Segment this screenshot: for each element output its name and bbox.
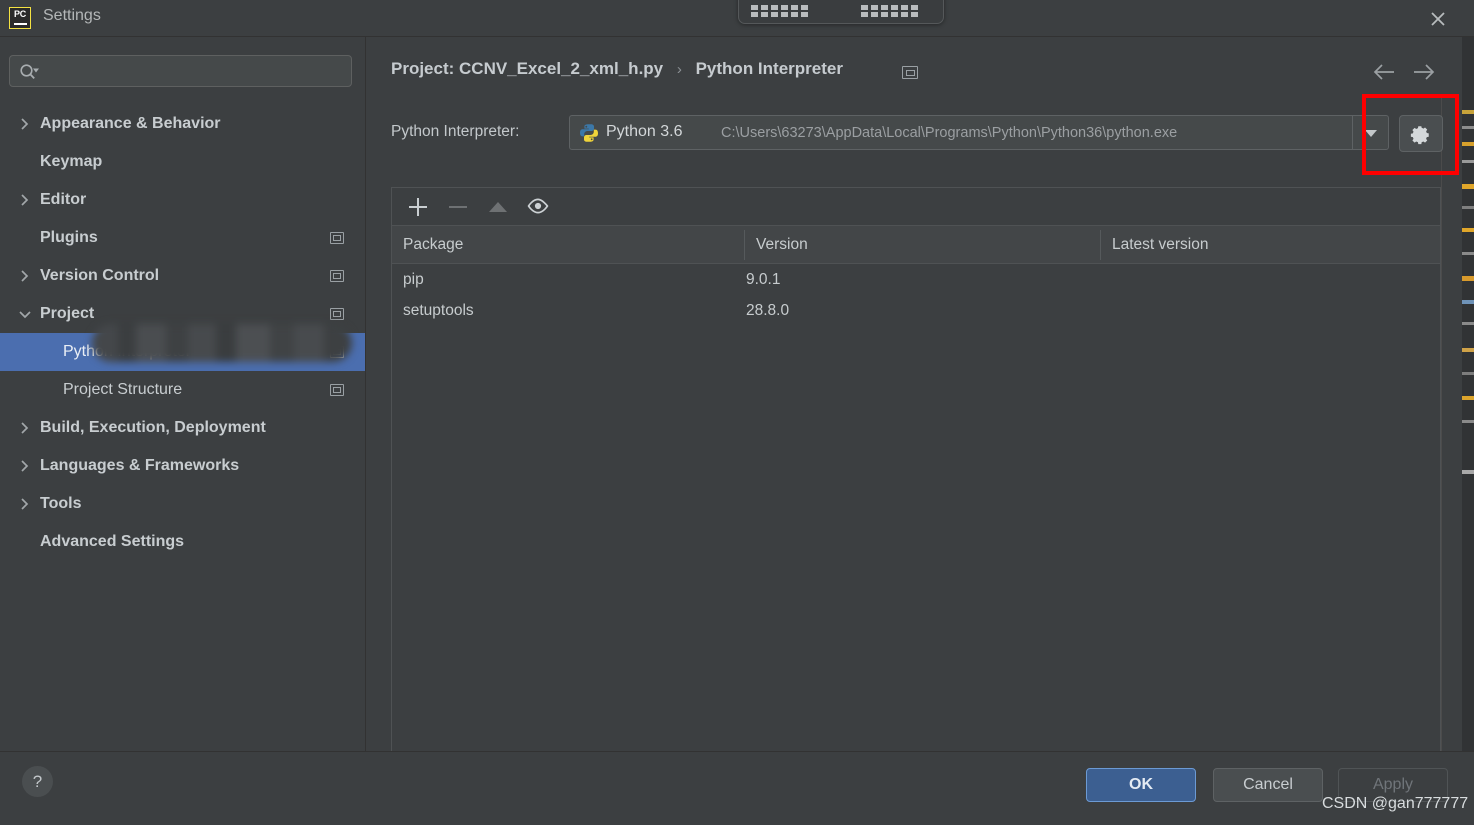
copy-settings-icon[interactable] bbox=[330, 384, 344, 396]
copy-settings-icon[interactable] bbox=[330, 270, 344, 282]
chevron-right-icon[interactable] bbox=[18, 485, 32, 523]
table-row[interactable]: setuptools 28.8.0 bbox=[392, 295, 1440, 326]
cell-version: 28.8.0 bbox=[746, 302, 790, 319]
sidebar-item-advanced-settings[interactable]: Advanced Settings bbox=[0, 523, 365, 561]
sidebar-item-label: Project bbox=[40, 305, 95, 322]
packages-panel: Package Version Latest version pip 9.0.1 set… bbox=[391, 187, 1441, 762]
cell-version: 9.0.1 bbox=[746, 271, 781, 288]
sidebar-item-label: Advanced Settings bbox=[40, 533, 185, 550]
settings-sidebar: Appearance & Behavior Keymap Editor Plugins… bbox=[0, 37, 366, 751]
column-header-latest-version[interactable]: Latest version bbox=[1112, 226, 1209, 263]
sidebar-item-plugins[interactable]: Plugins bbox=[0, 219, 365, 257]
title-bar: PC Settings bbox=[0, 0, 1474, 37]
window-title: Settings bbox=[43, 7, 101, 24]
chevron-right-icon[interactable] bbox=[18, 105, 32, 143]
packages-body: pip 9.0.1 setuptools 28.8.0 bbox=[392, 264, 1440, 761]
arrow-right-icon[interactable] bbox=[1408, 59, 1438, 85]
sidebar-item-version-control[interactable]: Version Control bbox=[0, 257, 365, 295]
breadcrumb: Project: CCNV_Excel_2_xml_h.py › Python … bbox=[391, 59, 843, 79]
copy-settings-icon[interactable] bbox=[330, 232, 344, 244]
copy-settings-icon[interactable] bbox=[902, 66, 918, 79]
pycharm-logo-icon: PC bbox=[9, 7, 31, 29]
column-header-version[interactable]: Version bbox=[756, 226, 808, 263]
upgrade-package-button[interactable] bbox=[478, 188, 518, 225]
gear-icon bbox=[1410, 126, 1429, 145]
table-row[interactable]: pip 9.0.1 bbox=[392, 264, 1440, 295]
packages-toolbar bbox=[392, 188, 1440, 226]
sidebar-item-label: Editor bbox=[40, 191, 87, 208]
search-box[interactable] bbox=[9, 55, 352, 88]
floating-popup-overlay bbox=[738, 0, 944, 24]
chevron-down-icon[interactable] bbox=[1352, 116, 1388, 149]
sidebar-item-appearance-behavior[interactable]: Appearance & Behavior bbox=[0, 105, 365, 143]
redacted-project-name bbox=[92, 324, 352, 362]
breadcrumb-separator: › bbox=[676, 61, 682, 78]
sidebar-item-label: Plugins bbox=[40, 229, 98, 246]
search-input[interactable] bbox=[48, 56, 352, 88]
add-package-button[interactable] bbox=[398, 188, 438, 225]
arrow-left-icon[interactable] bbox=[1370, 59, 1400, 85]
interpreter-path: C:\Users\63273\AppData\Local\Programs\Py… bbox=[721, 125, 1178, 141]
sidebar-item-label: Project Structure bbox=[63, 381, 183, 398]
ide-background-sliver bbox=[1462, 0, 1474, 824]
packages-header-row: Package Version Latest version bbox=[392, 226, 1440, 264]
settings-main-pane: Project: CCNV_Excel_2_xml_h.py › Python … bbox=[366, 37, 1462, 762]
copy-settings-icon[interactable] bbox=[330, 308, 344, 320]
chevron-right-icon[interactable] bbox=[18, 181, 32, 219]
eye-icon bbox=[527, 198, 549, 214]
ok-button[interactable]: OK bbox=[1086, 768, 1196, 802]
dialog-footer: ? OK Cancel Apply bbox=[0, 751, 1474, 825]
sidebar-item-project-structure[interactable]: Project Structure bbox=[0, 371, 365, 409]
interpreter-label: Python Interpreter: bbox=[391, 123, 520, 140]
chevron-right-icon[interactable] bbox=[18, 409, 32, 447]
help-button[interactable]: ? bbox=[22, 766, 53, 797]
column-header-package[interactable]: Package bbox=[403, 226, 463, 263]
sidebar-item-tools[interactable]: Tools bbox=[0, 485, 365, 523]
interpreter-settings-button[interactable] bbox=[1399, 115, 1443, 152]
chevron-right-icon[interactable] bbox=[18, 447, 32, 485]
sidebar-item-label: Appearance & Behavior bbox=[40, 115, 221, 132]
python-logo-icon bbox=[580, 124, 598, 142]
sidebar-item-label: Tools bbox=[40, 495, 82, 512]
sidebar-item-languages-frameworks[interactable]: Languages & Frameworks bbox=[0, 447, 365, 485]
settings-dialog: PC Settings Appearance & Behavior Keymap… bbox=[0, 0, 1474, 825]
interpreter-dropdown[interactable]: Python 3.6 C:\Users\63273\AppData\Local\… bbox=[569, 115, 1389, 150]
cell-package: pip bbox=[403, 271, 424, 288]
close-icon[interactable] bbox=[1424, 5, 1452, 33]
show-early-releases-button[interactable] bbox=[518, 188, 558, 225]
sidebar-item-keymap[interactable]: Keymap bbox=[0, 143, 365, 181]
chevron-down-icon[interactable] bbox=[18, 295, 32, 333]
sidebar-item-editor[interactable]: Editor bbox=[0, 181, 365, 219]
sidebar-item-build-execution-deployment[interactable]: Build, Execution, Deployment bbox=[0, 409, 365, 447]
sidebar-item-label: Version Control bbox=[40, 267, 160, 284]
sidebar-item-label: Build, Execution, Deployment bbox=[40, 419, 266, 436]
cell-package: setuptools bbox=[403, 302, 474, 319]
search-icon bbox=[20, 64, 39, 80]
sidebar-item-label: Languages & Frameworks bbox=[40, 457, 240, 474]
chevron-right-icon[interactable] bbox=[18, 257, 32, 295]
navigation-arrows bbox=[1370, 59, 1440, 85]
breadcrumb-current: Python Interpreter bbox=[695, 59, 843, 78]
watermark: CSDN @gan777777 bbox=[1322, 795, 1469, 812]
remove-package-button[interactable] bbox=[438, 188, 478, 225]
pycharm-logo-text: PC bbox=[14, 9, 26, 19]
help-icon: ? bbox=[32, 772, 43, 791]
interpreter-name: Python 3.6 bbox=[606, 123, 683, 140]
breadcrumb-root[interactable]: Project: CCNV_Excel_2_xml_h.py bbox=[391, 59, 663, 78]
sidebar-item-label: Keymap bbox=[40, 153, 103, 170]
cancel-button[interactable]: Cancel bbox=[1213, 768, 1323, 802]
